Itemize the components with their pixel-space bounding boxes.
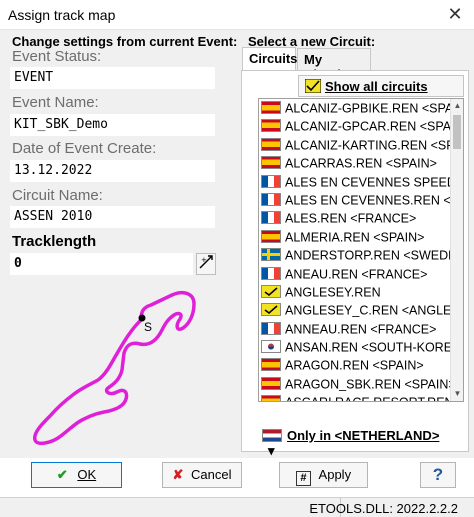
svg-text:+: + bbox=[201, 256, 207, 264]
status-bar: ETOOLS.DLL: 2022.2.2.2 bbox=[0, 497, 474, 517]
circuit-name-label: Circuit Name: bbox=[12, 187, 103, 204]
event-status-field[interactable]: EVENT bbox=[10, 67, 215, 89]
scroll-down-icon[interactable]: ▼ bbox=[451, 387, 463, 401]
france-flag-icon bbox=[261, 192, 281, 206]
cancel-label: Cancel bbox=[191, 467, 232, 482]
circuit-list-item[interactable]: ALES EN CEVENNES.REN <FRA bbox=[259, 191, 451, 209]
circuit-label: ARAGON.REN <SPAIN> bbox=[285, 359, 424, 374]
cancel-button[interactable]: ✘ Cancel bbox=[162, 462, 242, 488]
circuit-label: ALES EN CEVENNES.REN <FRA bbox=[285, 193, 451, 208]
circuit-list-item[interactable]: ANDERSTORP.REN <SWEDEN> bbox=[259, 246, 451, 264]
event-name-label: Event Name: bbox=[12, 94, 99, 111]
tracklength-field[interactable]: 0 bbox=[10, 253, 193, 275]
circuit-list-item[interactable]: ANGLESEY_C.REN <ANGLESEY bbox=[259, 301, 451, 319]
tracklength-label: Tracklength bbox=[12, 233, 97, 250]
circuit-label: ALCANIZ-KARTING.REN <SPAIN> bbox=[285, 138, 451, 153]
circuit-list-item[interactable]: ALMERIA.REN <SPAIN> bbox=[259, 228, 451, 246]
hash-icon: # bbox=[295, 471, 311, 486]
circuit-list-item[interactable]: ALCANIZ-GPBIKE.REN <SPAIN> bbox=[259, 99, 451, 117]
circuit-label: ANNEAU.REN <FRANCE> bbox=[285, 322, 437, 337]
circuit-list-item[interactable]: ARAGON.REN <SPAIN> bbox=[259, 356, 451, 374]
spain-flag-icon bbox=[261, 101, 281, 114]
circuit-label: ALES.REN <FRANCE> bbox=[285, 212, 417, 227]
chevron-down-icon: ▾ bbox=[268, 443, 275, 458]
ok-button[interactable]: ✔ OK bbox=[31, 462, 122, 488]
event-settings-legend: Change settings from current Event: bbox=[12, 34, 238, 49]
event-status-label: Event Status: bbox=[12, 48, 102, 65]
circuit-label: ALMERIA.REN <SPAIN> bbox=[285, 230, 425, 245]
spain-flag-icon bbox=[261, 156, 281, 170]
check-icon: ✔ bbox=[56, 467, 68, 482]
spain-flag-icon bbox=[261, 376, 281, 390]
event-date-label: Date of Event Create: bbox=[12, 140, 157, 157]
circuit-list-item[interactable]: ALCANIZ-GPCAR.REN <SPAIN> bbox=[259, 117, 451, 135]
close-icon[interactable]: ✕ bbox=[444, 3, 466, 25]
show-all-label: Show all circuits bbox=[325, 79, 428, 94]
spain-flag-icon bbox=[261, 395, 281, 401]
scroll-up-icon[interactable]: ▲ bbox=[451, 99, 463, 113]
show-all-circuits-button[interactable]: Show all circuits bbox=[298, 75, 464, 97]
circuit-label: ANGLESEY_C.REN <ANGLESEY bbox=[285, 304, 451, 318]
france-flag-icon bbox=[261, 174, 281, 188]
circuit-list-item[interactable]: ALCANIZ-KARTING.REN <SPAIN> bbox=[259, 136, 451, 154]
circuit-label: ARAGON_SBK.REN <SPAIN> bbox=[285, 377, 451, 392]
circuit-list-item[interactable]: ALES EN CEVENNES SPEED C bbox=[259, 173, 451, 191]
circuit-list-item[interactable]: ANSAN.REN <SOUTH-KOREA> bbox=[259, 338, 451, 356]
circuit-list-item[interactable]: ANGLESEY.REN bbox=[259, 283, 451, 301]
country-filter-label: Only in <NETHERLAND> bbox=[287, 428, 440, 443]
country-filter-dropdown[interactable]: Only in <NETHERLAND> ▾ bbox=[262, 425, 452, 458]
start-label: S bbox=[144, 320, 152, 334]
france-flag-icon bbox=[261, 266, 281, 280]
circuit-list-rows: ALCANIZ-GPBIKE.REN <SPAIN> ALCANIZ-GPCAR.… bbox=[259, 99, 451, 401]
circuit-name-field[interactable]: ASSEN 2010 bbox=[10, 206, 215, 228]
help-icon: ? bbox=[432, 465, 444, 484]
circuit-list[interactable]: ALCANIZ-GPBIKE.REN <SPAIN> ALCANIZ-GPCAR.… bbox=[258, 98, 464, 402]
circuit-list-item[interactable]: ANNEAU.REN <FRANCE> bbox=[259, 320, 451, 338]
france-flag-icon bbox=[261, 211, 281, 225]
circuit-label: ALES EN CEVENNES SPEED C bbox=[285, 175, 451, 190]
track-outline bbox=[32, 291, 196, 446]
apply-label: Apply bbox=[318, 467, 352, 482]
event-date-field[interactable]: 13.12.2022 bbox=[10, 160, 215, 182]
custom-circuit-icon bbox=[305, 79, 321, 93]
france-flag-icon bbox=[261, 321, 281, 335]
circuit-list-item[interactable]: ARAGON_SBK.REN <SPAIN> bbox=[259, 375, 451, 393]
circuit-list-item[interactable]: ANEAU.REN <FRANCE> bbox=[259, 265, 451, 283]
measure-tracklength-button[interactable]: + bbox=[196, 253, 216, 275]
window-title: Assign track map bbox=[8, 7, 116, 23]
circuit-list-scrollbar[interactable]: ▲ ▼ bbox=[450, 99, 463, 401]
circuit-list-item[interactable]: ALCARRAS.REN <SPAIN> bbox=[259, 154, 451, 172]
circuit-list-item[interactable]: ASCARI RACE RESORT.REN <S bbox=[259, 393, 451, 401]
measure-icon: + bbox=[199, 255, 213, 269]
title-bar: Assign track map ✕ bbox=[0, 0, 474, 30]
circuit-label: ALCANIZ-GPBIKE.REN <SPAIN> bbox=[285, 101, 451, 116]
event-name-field[interactable]: KIT_SBK_Demo bbox=[10, 114, 215, 136]
circuit-label: ANSAN.REN <SOUTH-KOREA> bbox=[285, 340, 451, 355]
circuit-label: ANDERSTORP.REN <SWEDEN> bbox=[285, 248, 451, 263]
custom-flag-icon bbox=[261, 303, 281, 317]
help-button[interactable]: ? bbox=[420, 462, 456, 488]
circuit-label: ALCARRAS.REN <SPAIN> bbox=[285, 156, 437, 171]
track-map: S bbox=[32, 291, 196, 446]
ok-label: OK bbox=[77, 467, 97, 482]
dll-version: ETOOLS.DLL: 2022.2.2.2 bbox=[309, 501, 458, 516]
tab-circuits[interactable]: Circuits bbox=[242, 47, 297, 71]
korea-flag-icon bbox=[261, 340, 281, 354]
spain-flag-icon bbox=[261, 229, 281, 243]
spain-flag-icon bbox=[261, 119, 281, 133]
circuit-label: ASCARI RACE RESORT.REN <S bbox=[285, 396, 451, 401]
circuit-list-item[interactable]: ALES.REN <FRANCE> bbox=[259, 209, 451, 227]
apply-button[interactable]: # Apply bbox=[279, 462, 368, 488]
sweden-flag-icon bbox=[261, 248, 281, 262]
cross-icon: ✘ bbox=[172, 467, 184, 482]
circuit-label: ALCANIZ-GPCAR.REN <SPAIN> bbox=[285, 120, 451, 135]
circuit-label: ANEAU.REN <FRANCE> bbox=[285, 267, 428, 282]
tab-my-circuits[interactable]: My Circuits bbox=[297, 48, 371, 82]
netherlands-flag-icon bbox=[262, 429, 282, 442]
scroll-thumb[interactable] bbox=[453, 115, 461, 149]
custom-flag-icon bbox=[261, 284, 281, 298]
spain-flag-icon bbox=[261, 137, 281, 151]
circuit-label: ANGLESEY.REN bbox=[285, 285, 381, 300]
spain-flag-icon bbox=[261, 358, 281, 372]
